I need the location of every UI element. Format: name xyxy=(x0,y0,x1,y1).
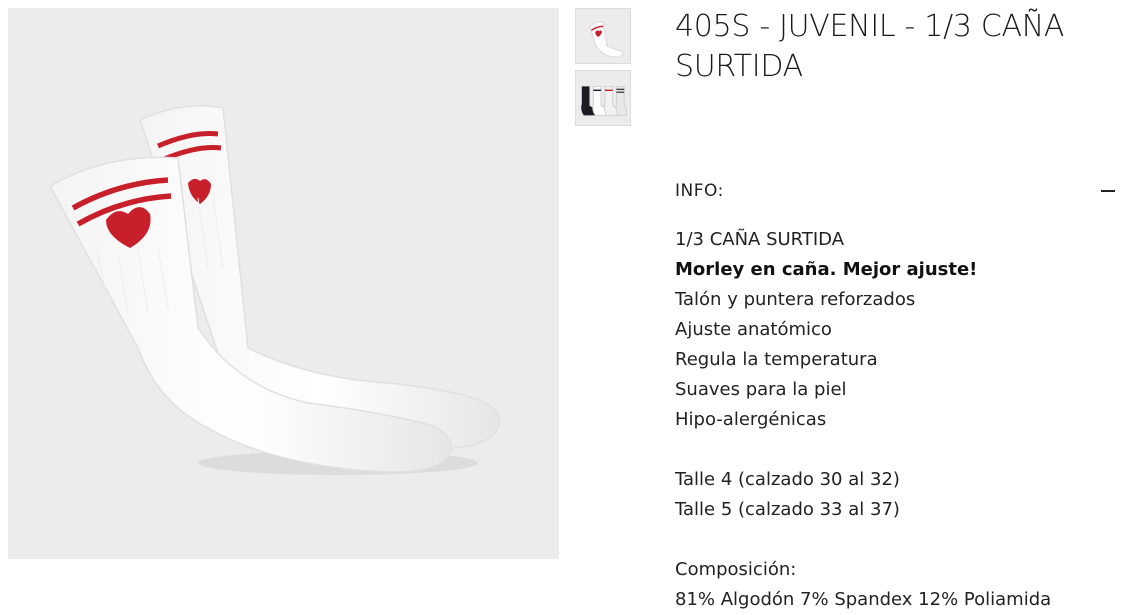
info-line: Regula la temperatura xyxy=(675,349,878,370)
white-socks-red-heart-image xyxy=(48,104,501,475)
thumbnail-1[interactable] xyxy=(575,8,631,64)
info-accordion-header[interactable]: INFO: xyxy=(675,176,1117,206)
minus-icon[interactable] xyxy=(1101,190,1115,192)
size-line: Talle 5 (calzado 33 al 37) xyxy=(675,499,900,520)
product-main-image[interactable] xyxy=(8,8,559,559)
product-title: 405S - JUVENIL - 1/3 CAÑA SURTIDA xyxy=(675,9,1065,84)
info-line: Suaves para la piel xyxy=(675,379,847,400)
info-label: INFO: xyxy=(675,181,724,201)
info-line: 1/3 CAÑA SURTIDA xyxy=(675,229,845,250)
white-sock-thumbnail xyxy=(588,21,624,58)
info-line: Talón y puntera reforzados xyxy=(675,289,916,310)
info-line: Hipo-alergénicas xyxy=(675,409,827,430)
composition-value: 81% Algodón 7% Spandex 12% Poliamida xyxy=(675,589,1052,610)
composition-label: Composición: xyxy=(675,559,797,580)
thumbnail-2[interactable] xyxy=(575,70,631,126)
info-line-highlight: Morley en caña. Mejor ajuste! xyxy=(675,259,978,280)
assorted-socks-thumbnail xyxy=(581,85,628,116)
info-content: 1/3 CAÑA SURTIDA Morley en caña. Mejor a… xyxy=(675,225,1120,615)
size-line: Talle 4 (calzado 30 al 32) xyxy=(675,469,900,490)
info-line: Ajuste anatómico xyxy=(675,319,832,340)
